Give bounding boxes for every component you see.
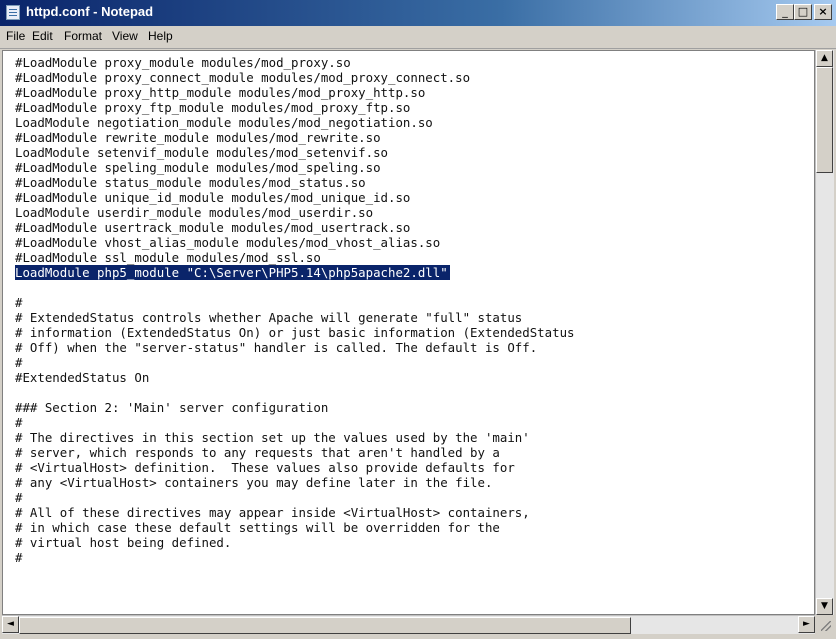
scroll-right-arrow-icon[interactable]: ►: [798, 616, 815, 633]
selected-text-line[interactable]: LoadModule php5_module "C:\Server\PHP5.1…: [15, 265, 450, 280]
text-editor[interactable]: #LoadModule proxy_module modules/mod_pro…: [2, 50, 815, 615]
text-line: #: [15, 550, 23, 565]
text-line: ### Section 2: 'Main' server configurati…: [15, 400, 329, 415]
text-line: #: [15, 415, 23, 430]
text-line: # <VirtualHost> definition. These values…: [15, 460, 515, 475]
text-line: #: [15, 355, 23, 370]
text-line: # server, which responds to any requests…: [15, 445, 500, 460]
text-line: LoadModule setenvif_module modules/mod_s…: [15, 145, 388, 160]
text-line: #LoadModule status_module modules/mod_st…: [15, 175, 366, 190]
menu-edit[interactable]: Edit: [32, 29, 53, 43]
text-line: #LoadModule proxy_module modules/mod_pro…: [15, 55, 351, 70]
text-line: # information (ExtendedStatus On) or jus…: [15, 325, 575, 340]
horizontal-scrollbar[interactable]: ◄ ►: [2, 615, 815, 634]
text-line: #LoadModule speling_module modules/mod_s…: [15, 160, 381, 175]
text-line: # virtual host being defined.: [15, 535, 232, 550]
minimize-button[interactable]: _: [776, 4, 794, 20]
text-line: #LoadModule proxy_http_module modules/mo…: [15, 85, 426, 100]
text-line: #: [15, 490, 23, 505]
resize-grip-icon[interactable]: [815, 615, 834, 634]
menu-bar: File Edit Format View Help: [0, 26, 836, 49]
text-line: #: [15, 295, 23, 310]
text-line: #LoadModule unique_id_module modules/mod…: [15, 190, 411, 205]
window-title: httpd.conf - Notepad: [26, 4, 154, 19]
text-line: # ExtendedStatus controls whether Apache…: [15, 310, 523, 325]
text-line: #LoadModule proxy_ftp_module modules/mod…: [15, 100, 411, 115]
text-line: # Off) when the "server-status" handler …: [15, 340, 538, 355]
horizontal-scroll-thumb[interactable]: [19, 617, 631, 634]
text-line: LoadModule userdir_module modules/mod_us…: [15, 205, 374, 220]
vertical-scroll-thumb[interactable]: [816, 67, 833, 173]
maximize-button[interactable]: □: [794, 4, 812, 20]
text-line: LoadModule negotiation_module modules/mo…: [15, 115, 433, 130]
text-line: # in which case these default settings w…: [15, 520, 500, 535]
text-line: #LoadModule rewrite_module modules/mod_r…: [15, 130, 381, 145]
text-line: #LoadModule usertrack_module modules/mod…: [15, 220, 411, 235]
notepad-window: httpd.conf - Notepad _ □ × File Edit For…: [0, 0, 836, 639]
text-line: # The directives in this section set up …: [15, 430, 530, 445]
menu-file[interactable]: File: [6, 29, 25, 43]
text-line: #ExtendedStatus On: [15, 370, 150, 385]
notepad-icon[interactable]: [6, 5, 20, 20]
scroll-left-arrow-icon[interactable]: ◄: [2, 616, 19, 633]
menu-view[interactable]: View: [112, 29, 138, 43]
text-line: # any <VirtualHost> containers you may d…: [15, 475, 493, 490]
text-line: #LoadModule ssl_module modules/mod_ssl.s…: [15, 250, 321, 265]
text-line: # All of these directives may appear ins…: [15, 505, 530, 520]
close-button[interactable]: ×: [814, 4, 832, 20]
text-line: #LoadModule vhost_alias_module modules/m…: [15, 235, 441, 250]
vertical-scrollbar[interactable]: ▲ ▼: [815, 50, 834, 615]
menu-help[interactable]: Help: [148, 29, 173, 43]
menu-format[interactable]: Format: [64, 29, 102, 43]
text-line: #LoadModule proxy_connect_module modules…: [15, 70, 471, 85]
title-bar[interactable]: httpd.conf - Notepad _ □ ×: [0, 0, 836, 26]
scroll-down-arrow-icon[interactable]: ▼: [816, 598, 833, 615]
scroll-up-arrow-icon[interactable]: ▲: [816, 50, 833, 67]
